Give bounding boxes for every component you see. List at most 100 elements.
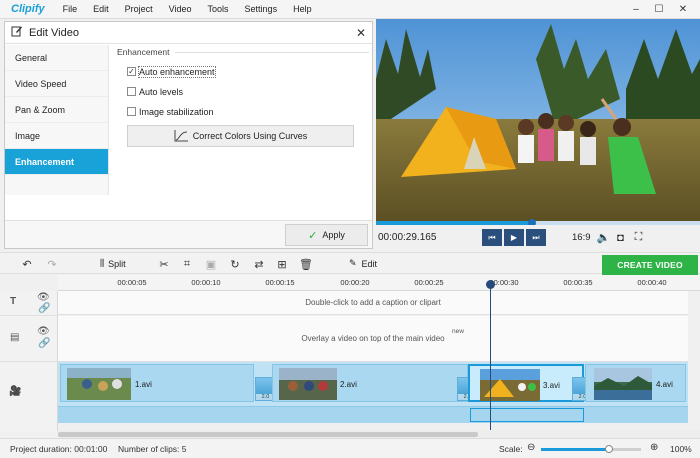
edit-label: Edit [361, 258, 378, 269]
text-icon: T [10, 296, 17, 307]
enhancement-options: Enhancement ✓ Auto enhancement Auto leve… [117, 47, 369, 217]
skip-forward-icon[interactable]: ⏭ [526, 229, 546, 246]
video-clip-selected[interactable]: 3.avi [468, 364, 584, 402]
eye-icon[interactable]: 👁 [37, 326, 50, 337]
video-clip[interactable]: 1.avi [60, 364, 254, 402]
clip-thumbnail [67, 368, 131, 400]
fill-icon[interactable]: ▣ [204, 257, 218, 271]
menu-file[interactable]: File [55, 4, 86, 14]
zoom-in-icon[interactable]: ⊕ [650, 442, 658, 453]
menu-project[interactable]: Project [117, 4, 161, 14]
split-button[interactable]: ⫼ Split [100, 258, 126, 269]
audio-track[interactable] [58, 406, 688, 423]
sidebar-item-video-speed[interactable]: Video Speed [5, 71, 108, 97]
scrollbar-thumb[interactable] [58, 432, 478, 437]
auto-enhancement-label: Auto enhancement [138, 65, 216, 78]
minimize-icon[interactable]: – [625, 0, 647, 19]
zoom-value: 100% [670, 444, 692, 454]
fullscreen-icon[interactable]: ⛶ [633, 231, 645, 244]
ruler-tick: 00:00:20 [340, 278, 370, 287]
video-preview[interactable] [376, 19, 700, 221]
video-clip[interactable]: 2.avi [272, 364, 468, 402]
player-controls: 00:00:29.165 ⏮ ▶ ⏭ 16:9 🔈 ◘ ⛶ [376, 225, 700, 250]
menu-bar: Clipify File Edit Project Video Tools Se… [0, 0, 700, 19]
crop-icon[interactable]: ⌗ [180, 257, 194, 271]
ruler-tick: 00:00:10 [191, 278, 221, 287]
replace-icon[interactable]: ⇄ [252, 257, 266, 271]
video-track-header: 🎥 [0, 362, 58, 424]
clip-label: 1.avi [135, 380, 152, 389]
ruler-tick: 00:00:35 [563, 278, 593, 287]
play-icon[interactable]: ▶ [504, 229, 524, 246]
track-headers: T 👁 🔗 ▤ 👁 🔗 🎥 [0, 291, 58, 431]
timeline-vertical-scrollbar[interactable] [690, 291, 700, 423]
auto-levels-option[interactable]: Auto levels [117, 86, 369, 97]
overlay-track[interactable]: Overlay a video on top of the main video… [58, 316, 688, 362]
undo-icon[interactable]: ↶ [20, 257, 34, 271]
preview-image [376, 19, 700, 221]
edit-video-panel: Edit Video ✕ General Video Speed Pan & Z… [4, 21, 373, 249]
video-track[interactable]: 1.avi 2.0 2.avi 2.0 3.avi 2.0 4.avi [58, 362, 688, 406]
zoom-fill [541, 448, 609, 451]
edit-icon [11, 25, 23, 40]
edit-sidebar: General Video Speed Pan & Zoom Image Enh… [5, 45, 109, 195]
create-video-button[interactable]: CREATE VIDEO [602, 255, 698, 275]
text-track-header: T 👁 🔗 [0, 291, 58, 316]
clip-thumbnail [279, 368, 337, 400]
image-stabilization-option[interactable]: Image stabilization [117, 106, 369, 117]
sidebar-item-image[interactable]: Image [5, 123, 108, 149]
ruler-tick: 00:00:05 [117, 278, 147, 287]
timeline-horizontal-scrollbar[interactable] [58, 430, 700, 438]
zoom-slider[interactable] [541, 445, 641, 453]
aspect-ratio-select[interactable]: 16:9 [572, 232, 591, 243]
edit-button[interactable]: ✎ Edit [349, 258, 377, 269]
menu-video[interactable]: Video [161, 4, 200, 14]
playhead-handle[interactable] [486, 280, 495, 289]
overlay-track-header: ▤ 👁 🔗 [0, 316, 58, 362]
maximize-icon[interactable]: ☐ [648, 0, 670, 19]
add-media-icon[interactable]: ⊞ [275, 257, 289, 271]
caption-track[interactable]: Double-click to add a caption or clipart [58, 291, 688, 315]
close-icon[interactable]: ✕ [356, 26, 366, 40]
clip-label: 2.avi [340, 380, 357, 389]
ruler-tick: 00:00:40 [637, 278, 667, 287]
split-icon: ⫼ [100, 258, 105, 268]
correct-colors-button[interactable]: Correct Colors Using Curves [127, 125, 354, 147]
clip-label: 3.avi [543, 381, 560, 390]
camera-icon[interactable]: ◘ [615, 232, 627, 244]
sidebar-item-general[interactable]: General [5, 45, 108, 71]
project-duration: Project duration: 00:01:00 [10, 444, 108, 454]
link-icon[interactable]: 🔗 [38, 338, 50, 349]
apply-button[interactable]: ✓ Apply [285, 224, 368, 246]
skip-back-icon[interactable]: ⏮ [482, 229, 502, 246]
redo-icon[interactable]: ↷ [45, 257, 59, 271]
menu-edit[interactable]: Edit [85, 4, 117, 14]
overlay-hint: Overlay a video on top of the main video [301, 334, 445, 343]
link-icon[interactable]: 🔗 [38, 303, 50, 314]
menu-help[interactable]: Help [285, 4, 320, 14]
sidebar-item-pan-zoom[interactable]: Pan & Zoom [5, 97, 108, 123]
menu-tools[interactable]: Tools [200, 4, 237, 14]
rotate-icon[interactable]: ↻ [228, 257, 242, 271]
zoom-handle[interactable] [605, 445, 613, 453]
zoom-out-icon[interactable]: ⊖ [527, 442, 535, 453]
video-clip[interactable]: 4.avi [585, 364, 686, 402]
volume-icon[interactable]: 🔈 [597, 231, 611, 244]
close-window-icon[interactable]: ✕ [672, 0, 694, 19]
auto-levels-label: Auto levels [139, 86, 184, 97]
eye-icon[interactable]: 👁 [37, 292, 50, 303]
app-logo: Clipify [11, 3, 45, 15]
scissors-icon[interactable]: ✂ [157, 257, 171, 271]
delete-icon[interactable]: 🗑 [299, 257, 313, 271]
menu-settings[interactable]: Settings [237, 4, 286, 14]
auto-enhancement-checkbox[interactable]: ✓ [127, 67, 136, 76]
clip-count: Number of clips: 5 [118, 444, 187, 454]
edit-panel-header: Edit Video [5, 22, 372, 44]
auto-levels-checkbox[interactable] [127, 87, 136, 96]
auto-enhancement-option[interactable]: ✓ Auto enhancement [117, 65, 369, 78]
sidebar-item-enhancement[interactable]: Enhancement [5, 149, 108, 175]
correct-colors-label: Correct Colors Using Curves [192, 131, 308, 141]
clip-thumbnail [480, 369, 540, 401]
timeline-ruler[interactable]: 00:00:05 00:00:10 00:00:15 00:00:20 00:0… [58, 275, 700, 291]
image-stabilization-checkbox[interactable] [127, 107, 136, 116]
